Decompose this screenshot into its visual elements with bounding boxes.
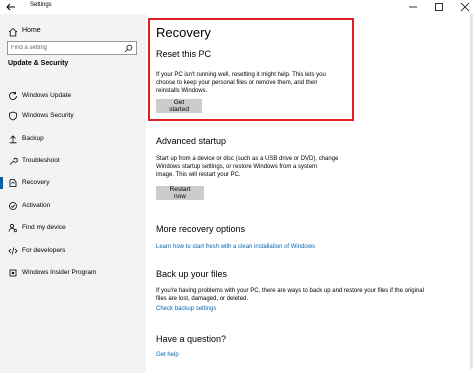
insider-icon — [9, 269, 17, 277]
text-line: If your PC isn't running well, resetting… — [156, 72, 326, 78]
search-input[interactable] — [11, 43, 119, 53]
recovery-icon — [9, 179, 17, 187]
text-line: reinstalls Windows. — [156, 88, 208, 94]
page-title: Recovery — [156, 25, 211, 40]
close-icon[interactable] — [452, 0, 474, 14]
refresh-icon — [9, 91, 17, 100]
text-line: choose to keep your personal files or re… — [156, 80, 318, 86]
sidebar-item-label: Activation — [22, 202, 51, 209]
home-icon — [8, 27, 18, 37]
text-line: image. This will restart your PC. — [156, 172, 241, 178]
text-line: files are lost, damaged, or deleted. — [156, 296, 249, 302]
wrench-icon — [9, 157, 18, 165]
sidebar-item-label: Home — [22, 27, 41, 34]
check-backup-settings-link[interactable]: Check backup settings — [156, 306, 216, 312]
sidebar-section-title: Update & Security — [8, 60, 69, 67]
backup-icon — [9, 135, 17, 144]
sidebar-item-label: Recovery — [22, 179, 50, 186]
sidebar-item-label: Windows Insider Program — [22, 269, 97, 276]
scrollbar[interactable] — [470, 14, 473, 369]
more-recovery-heading: More recovery options — [156, 224, 246, 234]
backup-heading: Back up your files — [156, 269, 228, 279]
text-line: If you're having problems with your PC, … — [156, 288, 424, 294]
restart-now-button[interactable]: Restart now — [156, 186, 204, 200]
clean-install-link[interactable]: Learn how to start fresh with a clean in… — [156, 244, 315, 250]
title-bar: Settings — [0, 0, 474, 14]
advanced-startup-description: Start up from a device or disc (such as … — [156, 155, 338, 179]
sidebar-item-label: Windows Update — [22, 92, 72, 99]
maximize-icon[interactable] — [426, 0, 452, 14]
sidebar-item-label: Backup — [22, 135, 44, 142]
sidebar-item-for-developers[interactable]: For developers — [0, 243, 146, 259]
sidebar-item-label: Troubleshoot — [22, 157, 60, 164]
selection-indicator — [0, 177, 3, 189]
get-help-link[interactable]: Get help — [156, 352, 179, 358]
sidebar-item-label: Find my device — [22, 224, 66, 231]
advanced-startup-heading: Advanced startup — [156, 136, 227, 146]
sidebar-item-activation[interactable]: Activation — [0, 198, 146, 214]
backup-description: If you're having problems with your PC, … — [156, 287, 424, 303]
reset-description: If your PC isn't running well, resetting… — [156, 71, 326, 95]
sidebar — [0, 14, 146, 373]
have-a-question-heading: Have a question? — [156, 334, 227, 344]
back-arrow-icon[interactable] — [5, 1, 17, 13]
activation-icon — [9, 202, 17, 210]
sidebar-item-windows-security[interactable]: Windows Security — [0, 108, 146, 124]
reset-heading: Reset this PC — [156, 49, 212, 59]
search-box[interactable] — [7, 41, 137, 55]
sidebar-item-label: Windows Security — [22, 112, 74, 119]
window-title: Settings — [30, 2, 52, 8]
person-locate-icon — [8, 223, 17, 233]
sidebar-item-label: For developers — [22, 247, 66, 254]
search-icon[interactable] — [124, 44, 133, 53]
get-started-button[interactable]: Get started — [156, 99, 202, 113]
text-line: Windows startup settings, or restore Win… — [156, 164, 318, 170]
sidebar-item-home[interactable]: Home — [0, 24, 146, 40]
sidebar-item-troubleshoot[interactable]: Troubleshoot — [0, 153, 146, 169]
sidebar-item-find-my-device[interactable]: Find my device — [0, 220, 146, 236]
developer-icon — [8, 247, 18, 255]
shield-icon — [9, 111, 17, 121]
sidebar-item-windows-insider-program[interactable]: Windows Insider Program — [0, 265, 146, 281]
sidebar-item-recovery[interactable]: Recovery — [0, 175, 146, 191]
sidebar-item-windows-update[interactable]: Windows Update — [0, 88, 146, 104]
minimize-icon[interactable] — [400, 0, 426, 14]
text-line: Start up from a device or disc (such as … — [156, 156, 339, 162]
sidebar-item-backup[interactable]: Backup — [0, 131, 146, 147]
